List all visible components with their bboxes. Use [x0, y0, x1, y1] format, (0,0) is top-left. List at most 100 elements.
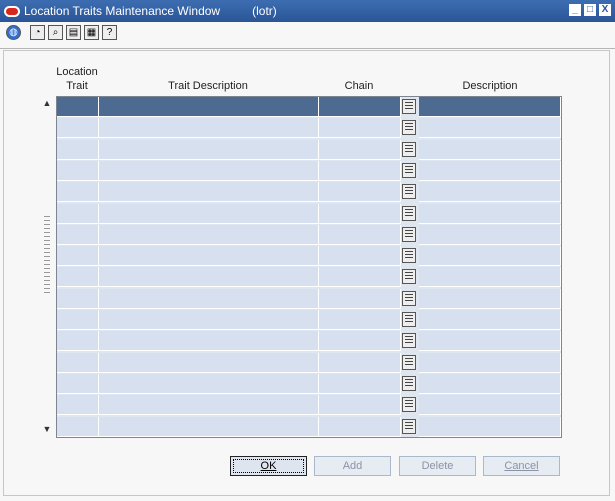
minimize-button[interactable]: _	[569, 4, 581, 16]
table-row[interactable]	[57, 395, 561, 416]
cell-location-trait[interactable]	[57, 416, 99, 437]
cell-description[interactable]	[419, 395, 561, 416]
table-row[interactable]	[57, 139, 561, 160]
cell-description[interactable]	[419, 203, 561, 224]
cell-location-trait[interactable]	[57, 139, 99, 160]
cell-location-trait[interactable]	[57, 182, 99, 203]
cell-description[interactable]	[419, 97, 561, 117]
table-row[interactable]	[57, 331, 561, 352]
table-row[interactable]	[57, 352, 561, 373]
chain-list-icon[interactable]	[402, 120, 416, 136]
add-button[interactable]: Add	[314, 456, 391, 476]
cell-chain[interactable]	[319, 160, 401, 181]
cell-description[interactable]	[419, 160, 561, 181]
table-row[interactable]	[57, 203, 561, 224]
scroll-grip[interactable]	[44, 216, 50, 296]
cell-chain[interactable]	[319, 224, 401, 245]
cell-trait-description[interactable]	[99, 267, 319, 288]
table-row[interactable]	[57, 267, 561, 288]
cell-location-trait[interactable]	[57, 224, 99, 245]
cell-location-trait[interactable]	[57, 373, 99, 394]
copy-icon[interactable]: ▤	[66, 25, 81, 40]
cell-trait-description[interactable]	[99, 288, 319, 309]
cell-chain[interactable]	[319, 352, 401, 373]
cell-description[interactable]	[419, 288, 561, 309]
cell-trait-description[interactable]	[99, 331, 319, 352]
chain-list-icon[interactable]	[402, 162, 416, 178]
print-icon[interactable]: ▦	[84, 25, 99, 40]
cell-location-trait[interactable]	[57, 288, 99, 309]
cell-trait-description[interactable]	[99, 416, 319, 437]
cell-description[interactable]	[419, 331, 561, 352]
chain-list-icon[interactable]	[402, 333, 416, 349]
table-row[interactable]	[57, 310, 561, 330]
table-row[interactable]	[57, 246, 561, 267]
chain-list-icon[interactable]	[402, 205, 416, 221]
chain-list-icon[interactable]	[402, 397, 416, 413]
chain-list-icon[interactable]	[402, 375, 416, 391]
table-scrollbar[interactable]: ▲ ▼	[40, 96, 54, 436]
maximize-button[interactable]: □	[584, 4, 596, 16]
close-button[interactable]: X	[599, 4, 611, 16]
cell-description[interactable]	[419, 118, 561, 139]
cell-description[interactable]	[419, 224, 561, 245]
table-row[interactable]	[57, 118, 561, 139]
cell-chain[interactable]	[319, 118, 401, 139]
cell-location-trait[interactable]	[57, 97, 99, 117]
chain-list-icon[interactable]	[402, 269, 416, 285]
chain-list-icon[interactable]	[402, 141, 416, 157]
cell-trait-description[interactable]	[99, 203, 319, 224]
table-row[interactable]	[57, 288, 561, 309]
scroll-up-arrow-icon[interactable]: ▲	[41, 98, 53, 110]
cell-description[interactable]	[419, 182, 561, 203]
cell-location-trait[interactable]	[57, 352, 99, 373]
find-icon[interactable]: ⌕	[48, 25, 63, 40]
chain-list-icon[interactable]	[402, 354, 416, 370]
delete-button[interactable]: Delete	[399, 456, 476, 476]
cell-location-trait[interactable]	[57, 267, 99, 288]
cell-description[interactable]	[419, 352, 561, 373]
cell-description[interactable]	[419, 416, 561, 437]
chain-list-icon[interactable]	[402, 226, 416, 242]
cell-chain[interactable]	[319, 288, 401, 309]
help-icon[interactable]: ◔	[30, 25, 45, 40]
cell-location-trait[interactable]	[57, 160, 99, 181]
table-row[interactable]	[57, 416, 561, 437]
cell-trait-description[interactable]	[99, 373, 319, 394]
chain-list-icon[interactable]	[402, 248, 416, 264]
cell-location-trait[interactable]	[57, 310, 99, 330]
cell-location-trait[interactable]	[57, 395, 99, 416]
cell-trait-description[interactable]	[99, 97, 319, 117]
cell-chain[interactable]	[319, 373, 401, 394]
cell-chain[interactable]	[319, 182, 401, 203]
chain-list-icon[interactable]	[402, 99, 416, 114]
cell-description[interactable]	[419, 246, 561, 267]
chain-list-icon[interactable]	[402, 184, 416, 200]
cell-location-trait[interactable]	[57, 203, 99, 224]
cell-chain[interactable]	[319, 139, 401, 160]
cell-description[interactable]	[419, 310, 561, 330]
cell-chain[interactable]	[319, 97, 401, 117]
table-row[interactable]	[57, 182, 561, 203]
cell-chain[interactable]	[319, 395, 401, 416]
cancel-button[interactable]: Cancel	[483, 456, 560, 476]
chain-list-icon[interactable]	[402, 418, 416, 434]
cell-trait-description[interactable]	[99, 224, 319, 245]
cell-chain[interactable]	[319, 310, 401, 330]
cell-trait-description[interactable]	[99, 160, 319, 181]
ok-button[interactable]: OK	[230, 456, 307, 476]
cell-trait-description[interactable]	[99, 182, 319, 203]
cell-chain[interactable]	[319, 416, 401, 437]
cell-trait-description[interactable]	[99, 118, 319, 139]
cell-trait-description[interactable]	[99, 395, 319, 416]
cell-description[interactable]	[419, 267, 561, 288]
table-row[interactable]	[57, 373, 561, 394]
table-row[interactable]	[57, 160, 561, 181]
cell-location-trait[interactable]	[57, 331, 99, 352]
cell-chain[interactable]	[319, 331, 401, 352]
question-icon[interactable]: ?	[102, 25, 117, 40]
scroll-down-arrow-icon[interactable]: ▼	[41, 424, 53, 436]
table-row[interactable]	[57, 97, 561, 117]
cell-trait-description[interactable]	[99, 246, 319, 267]
cell-trait-description[interactable]	[99, 352, 319, 373]
